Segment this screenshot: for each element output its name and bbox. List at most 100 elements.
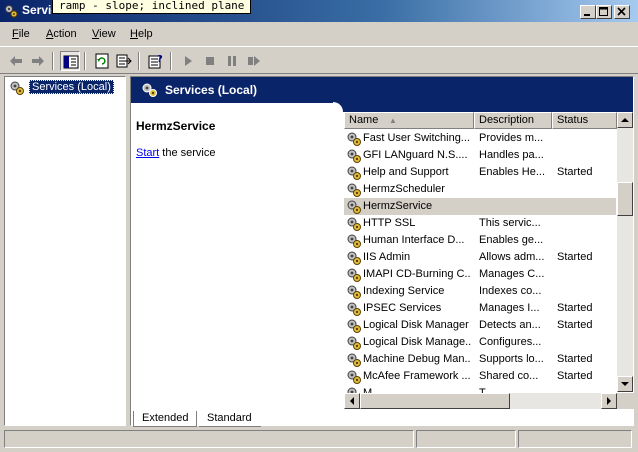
column-header-name[interactable]: Name ▲ (344, 112, 474, 129)
show-hide-tree-button[interactable] (60, 51, 80, 71)
service-name: Machine Debug Man... (363, 353, 471, 365)
refresh-button[interactable] (92, 51, 112, 71)
status-bar (0, 428, 638, 452)
horizontal-scrollbar[interactable] (344, 393, 617, 409)
toolbar-separator (138, 52, 140, 70)
back-button[interactable] (6, 51, 26, 71)
service-status: Started (557, 251, 593, 263)
column-header-status[interactable]: Status (552, 112, 617, 129)
table-row[interactable]: McAfee Framework ... Shared co... Started (344, 368, 616, 385)
close-icon (617, 7, 626, 16)
service-status: Started (557, 353, 593, 365)
service-name: HTTP SSL (363, 217, 416, 229)
status-cell-2 (416, 430, 516, 448)
service-name: IMAPI CD-Burning C... (363, 268, 471, 280)
table-row[interactable]: IMAPI CD-Burning C... Manages C... (344, 266, 616, 283)
details-pane: Services (Local) HermzService Start the … (130, 76, 634, 427)
close-button[interactable] (614, 5, 630, 19)
restart-service-icon (248, 56, 260, 66)
services-list: Name ▲ Description Status Fast User Swit… (344, 112, 634, 409)
menu-view[interactable]: View (92, 28, 116, 40)
start-service-button[interactable] (178, 51, 198, 71)
scroll-right-button[interactable] (601, 393, 617, 409)
toolbar-separator (170, 52, 172, 70)
table-row[interactable]: Logical Disk Manager Detects an... Started (344, 317, 616, 334)
scroll-corner (617, 393, 634, 409)
header-decoration (333, 102, 633, 112)
scroll-up-arrow-icon (621, 118, 629, 122)
export-list-icon (116, 54, 132, 68)
service-description: This servic... (479, 217, 541, 229)
pause-service-button[interactable] (222, 51, 242, 71)
pause-service-icon (228, 56, 236, 66)
stop-service-button[interactable] (200, 51, 220, 71)
table-row[interactable]: Indexing Service Indexes co... (344, 283, 616, 300)
maximize-button[interactable] (596, 5, 612, 19)
table-row[interactable]: IPSEC Services Manages I... Started (344, 300, 616, 317)
status-cell-main (4, 430, 414, 448)
column-header-description[interactable]: Description (474, 112, 552, 129)
scroll-left-button[interactable] (344, 393, 360, 409)
tab-standard[interactable]: Standard (199, 411, 261, 427)
service-description: Detects an... (479, 319, 541, 331)
vertical-scroll-thumb[interactable] (617, 182, 633, 216)
start-service-suffix: the service (159, 147, 216, 159)
menu-help[interactable]: Help (130, 28, 153, 40)
sort-ascending-icon: ▲ (389, 116, 397, 125)
service-name: HermzService (363, 200, 433, 212)
table-row[interactable]: M... T... (344, 385, 616, 393)
selected-service-name: HermzService (136, 119, 216, 133)
scroll-down-arrow-icon (621, 382, 629, 386)
service-name: IIS Admin (363, 251, 411, 263)
services-gear-icon (141, 82, 159, 101)
table-row[interactable]: GFI LANguard N.S.... Handles pa... (344, 147, 616, 164)
tab-extended[interactable]: Extended (133, 411, 197, 427)
table-row[interactable]: HermzService (344, 198, 616, 215)
services-gear-icon (9, 80, 25, 99)
status-cell-3 (518, 430, 632, 448)
menu-file[interactable]: File (12, 28, 30, 40)
service-status: Started (557, 166, 593, 178)
table-row[interactable]: Logical Disk Manage... Configures... (344, 334, 616, 351)
table-row[interactable]: Machine Debug Man... Supports lo... Starte… (344, 351, 616, 368)
service-name: HermzScheduler (363, 183, 445, 195)
service-description: Configures... (479, 336, 542, 348)
minimize-button[interactable] (580, 5, 596, 19)
table-row[interactable]: Help and Support Enables He... Started (344, 164, 616, 181)
table-row[interactable]: Human Interface D... Enables ge... (344, 232, 616, 249)
svg-text:?: ? (157, 54, 163, 65)
forward-arrow-icon (32, 56, 44, 66)
service-name: Logical Disk Manage... (363, 336, 471, 348)
vertical-scrollbar[interactable] (617, 112, 633, 392)
restart-service-button[interactable] (244, 51, 264, 71)
properties-help-button[interactable]: ? (146, 51, 166, 71)
forward-button[interactable] (28, 51, 48, 71)
service-name: McAfee Framework ... (363, 370, 471, 382)
table-row[interactable]: Fast User Switching... Provides m... (344, 130, 616, 147)
table-row[interactable]: HTTP SSL This servic... (344, 215, 616, 232)
show-hide-tree-icon (63, 55, 79, 69)
menu-action[interactable]: Action (46, 28, 77, 40)
service-description: Handles pa... (479, 149, 544, 161)
horizontal-scroll-thumb[interactable] (360, 393, 510, 409)
table-row[interactable]: IIS Admin Allows adm... Started (344, 249, 616, 266)
service-status: Started (557, 370, 593, 382)
menu-bar: File Action View Help (0, 24, 638, 46)
list-rows: Fast User Switching... Provides m... GFI L… (344, 130, 617, 393)
scroll-left-arrow-icon (350, 397, 354, 405)
service-description: Provides m... (479, 132, 544, 144)
pane-title: Services (Local) (165, 83, 258, 97)
service-description: Shared co... (479, 370, 539, 382)
service-status: Started (557, 302, 593, 314)
start-service-link[interactable]: Start (136, 147, 159, 159)
console-tree: Services (Local) (4, 76, 126, 426)
scroll-down-button[interactable] (617, 376, 633, 392)
minimize-icon (584, 14, 590, 16)
service-description: Indexes co... (479, 285, 542, 297)
back-arrow-icon (10, 56, 22, 66)
service-gear-icon (346, 386, 362, 393)
table-row[interactable]: HermzScheduler (344, 181, 616, 198)
export-list-button[interactable] (114, 51, 134, 71)
scroll-up-button[interactable] (617, 112, 633, 128)
service-name: Human Interface D... (363, 234, 465, 246)
